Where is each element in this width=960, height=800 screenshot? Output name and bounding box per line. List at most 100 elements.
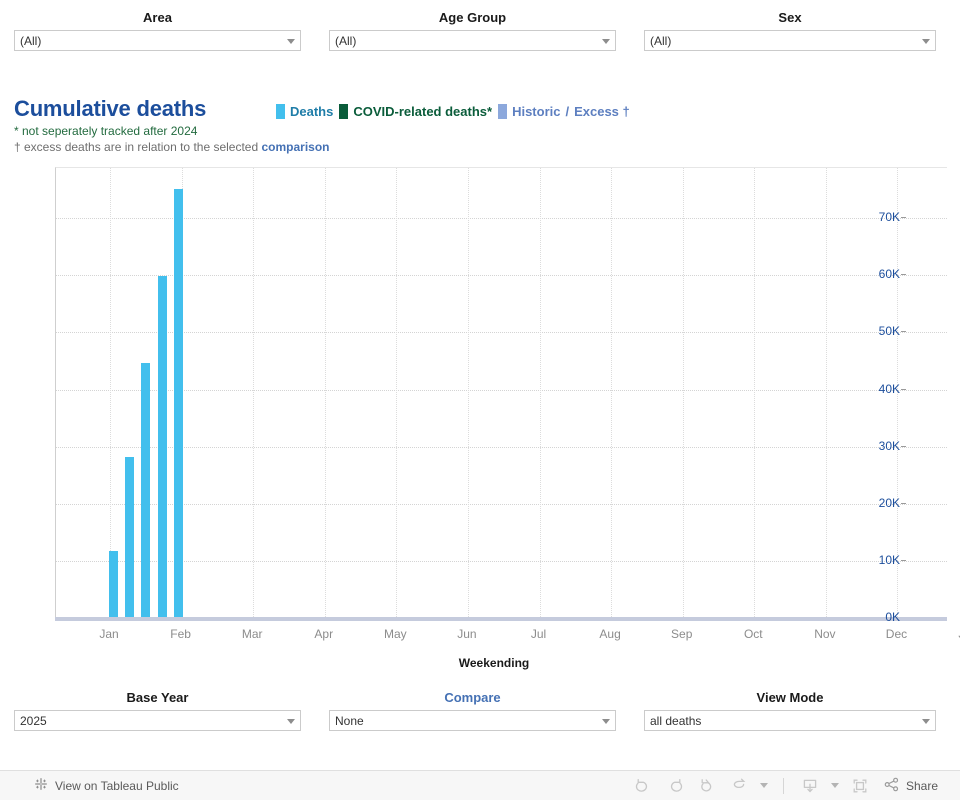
download-dropdown-button[interactable] — [827, 773, 843, 799]
x-gridline — [467, 168, 469, 617]
filter-view-mode: View Mode all deaths — [630, 690, 950, 731]
x-axis-tick-label: Feb — [170, 627, 191, 641]
x-axis-tick-label: Sep — [671, 627, 693, 641]
x-axis-title: Weekending — [458, 656, 530, 670]
y-axis-tick-mark — [901, 559, 906, 561]
comparison-link[interactable]: comparison — [261, 140, 329, 154]
y-axis-tick-mark — [901, 502, 906, 504]
filter-compare-label[interactable]: Compare — [329, 690, 616, 710]
footnote-dagger-text: † excess deaths are in relation to the s… — [14, 140, 262, 154]
download-button[interactable] — [795, 773, 825, 799]
undo-button[interactable] — [628, 773, 658, 799]
legend-label-deaths: Deaths — [290, 104, 334, 119]
view-on-tableau-public-label: View on Tableau Public — [55, 778, 179, 793]
fullscreen-button[interactable] — [845, 773, 875, 799]
y-axis-tick-label: 30K — [878, 438, 900, 453]
legend-item-covid[interactable]: COVID-related deaths* — [339, 103, 492, 120]
filter-compare-value: None — [335, 713, 364, 728]
y-axis-tick-label: 70K — [878, 210, 900, 225]
filter-age-group-label: Age Group — [438, 10, 507, 25]
tableau-dashboard: Area (All) Age Group (All) Sex (All) Cum… — [0, 0, 960, 800]
filter-age-group-dropdown[interactable]: (All) — [329, 30, 616, 51]
bottom-toolbar: View on Tableau Public Share — [0, 770, 960, 800]
filter-sex-dropdown[interactable]: (All) — [644, 30, 936, 51]
chevron-down-icon — [922, 718, 930, 724]
filter-base-year: Base Year 2025 — [0, 690, 315, 731]
chevron-down-icon — [922, 38, 930, 44]
filter-view-mode-dropdown[interactable]: all deaths — [644, 710, 936, 731]
chevron-down-icon — [287, 718, 295, 724]
filter-area-label: Area — [143, 10, 172, 25]
filter-age-group: Age Group (All) — [315, 10, 630, 51]
top-filter-row: Area (All) Age Group (All) Sex (All) — [0, 10, 960, 51]
y-axis-tick-label: 50K — [878, 324, 900, 339]
x-axis-tick-label: May — [384, 627, 407, 641]
x-axis-tick-label: Apr — [314, 627, 334, 641]
y-axis-tick-mark — [901, 217, 906, 219]
x-gridline — [396, 168, 398, 617]
legend-item-historic-excess[interactable]: Historic / Excess † — [498, 103, 630, 120]
footnote-star: * not seperately tracked after 2024 — [14, 124, 198, 138]
filter-base-year-dropdown[interactable]: 2025 — [14, 710, 301, 731]
x-axis-tick-label: Nov — [814, 627, 836, 641]
tableau-logo-icon — [34, 777, 48, 794]
legend-label-historic: Historic — [512, 104, 561, 119]
y-axis-tick-label: 0K — [885, 610, 900, 624]
x-axis-tick-label: Jan — [99, 627, 119, 641]
chart-bar[interactable] — [141, 362, 151, 617]
legend-swatch-historic — [498, 104, 508, 119]
x-axis-tick-label: Jul — [530, 627, 547, 641]
revert-button[interactable] — [692, 773, 722, 799]
filter-area: Area (All) — [0, 10, 315, 51]
chevron-down-icon — [602, 38, 610, 44]
filter-view-mode-value: all deaths — [650, 713, 702, 728]
chart-area: Weekending 0K 10K 20K 30K 40K 50K 60K 70K Jan Feb… — [14, 167, 960, 670]
chart-bar[interactable] — [124, 457, 134, 617]
filter-area-value: (All) — [20, 33, 42, 48]
x-axis-tick-label: Aug — [599, 627, 621, 641]
filter-area-dropdown[interactable]: (All) — [14, 30, 301, 51]
pause-dropdown-button[interactable] — [756, 773, 772, 799]
x-gridline — [682, 168, 684, 617]
plot-region[interactable] — [55, 167, 947, 617]
y-axis-tick-label: 10K — [878, 552, 900, 567]
y-gridline — [56, 560, 947, 562]
filter-age-group-value: (All) — [335, 33, 357, 48]
toolbar-buttons: Share — [628, 773, 960, 799]
legend-item-deaths[interactable]: Deaths — [276, 103, 333, 120]
refresh-button[interactable] — [724, 773, 754, 799]
bottom-filter-row: Base Year 2025 Compare None View Mode al… — [0, 690, 960, 731]
y-axis-tick-mark — [901, 445, 906, 447]
x-gridline — [253, 168, 255, 617]
y-axis-tick-mark — [901, 388, 906, 390]
chart-bar[interactable] — [174, 188, 184, 617]
y-axis-tick-label: 20K — [878, 495, 900, 510]
y-axis-tick-mark — [901, 274, 906, 276]
chevron-down-icon — [602, 718, 610, 724]
y-axis-tick-label: 40K — [878, 381, 900, 396]
share-label: Share — [905, 778, 938, 793]
y-gridline — [56, 389, 947, 391]
toolbar-divider — [782, 777, 784, 794]
x-gridline — [110, 168, 111, 617]
chart-legend: Deaths COVID-related deaths* Historic / … — [276, 103, 630, 120]
chart-bar[interactable] — [157, 275, 167, 617]
share-icon — [883, 776, 900, 796]
y-gridline — [56, 275, 947, 277]
x-axis-tick-label: Oct — [743, 627, 763, 641]
filter-compare-dropdown[interactable]: None — [329, 710, 616, 731]
chevron-down-icon — [759, 783, 768, 788]
view-on-tableau-public-button[interactable]: View on Tableau Public — [34, 777, 179, 794]
chart-bar[interactable] — [108, 550, 118, 617]
y-gridline — [56, 503, 947, 505]
filter-base-year-label: Base Year — [126, 690, 189, 705]
x-gridline — [324, 168, 326, 617]
legend-label-covid: COVID-related deaths* — [353, 104, 493, 119]
redo-button[interactable] — [660, 773, 690, 799]
x-axis-tick-label: Mar — [241, 627, 263, 641]
y-gridline — [56, 218, 947, 220]
share-button[interactable]: Share — [877, 776, 938, 796]
y-axis-tick-label: 60K — [878, 267, 900, 282]
x-gridline — [754, 168, 756, 617]
x-axis-tick-label: Dec — [885, 627, 908, 641]
